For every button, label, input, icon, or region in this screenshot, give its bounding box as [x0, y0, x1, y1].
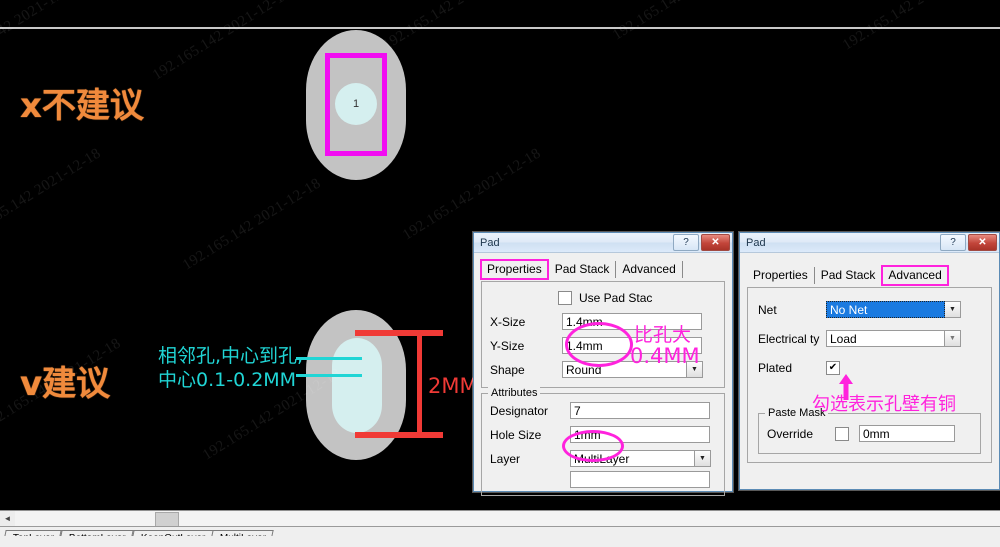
- electrical-type-label: Electrical ty: [758, 331, 820, 346]
- pad-slot-hole-bottom: [332, 338, 382, 433]
- paste-mask-value-input[interactable]: 0mm: [859, 425, 955, 442]
- pad-hole-top: 1: [335, 83, 377, 125]
- status-bar: [0, 536, 1000, 547]
- tab-properties-2[interactable]: Properties: [747, 267, 815, 284]
- help-button-advanced[interactable]: ?: [940, 234, 966, 251]
- designator-label: Designator: [490, 403, 549, 418]
- watermark-text: 192.165.142 2021-12-18: [0, 145, 104, 244]
- tab-pad-stack-2[interactable]: Pad Stack: [815, 267, 883, 284]
- watermark-text: 192.165.142 2021-12-18: [400, 145, 544, 244]
- electrical-type-value: Load: [826, 330, 945, 347]
- chevron-down-icon[interactable]: ▼: [945, 301, 961, 318]
- label-not-recommended: x不建议: [20, 86, 144, 126]
- scrollbar-thumb[interactable]: [155, 512, 179, 527]
- plated-label: Plated: [758, 360, 793, 375]
- y-size-label: Y-Size: [490, 338, 525, 353]
- advanced-panel: Net No Net ▼ Electrical ty Load ▼ Plated: [747, 287, 992, 463]
- close-button-advanced[interactable]: ✕: [968, 234, 997, 251]
- horizontal-scrollbar[interactable]: ◄: [0, 510, 1000, 527]
- plated-checkbox[interactable]: ✔: [826, 360, 840, 375]
- override-label: Override: [767, 426, 814, 441]
- spacing-note-line1: 相邻孔,中心到孔,: [158, 345, 304, 367]
- scroll-left-arrow-icon[interactable]: ◄: [0, 511, 15, 526]
- watermark-text: 192.165.142 2021-12-18: [610, 0, 754, 44]
- x-size-label: X-Size: [490, 314, 526, 329]
- override-checkbox[interactable]: [835, 426, 849, 441]
- tab-advanced-2[interactable]: Advanced: [881, 265, 950, 286]
- spacing-leader-line-upper: [296, 357, 362, 360]
- designator-input[interactable]: 7: [570, 402, 710, 419]
- tab-pad-stack[interactable]: Pad Stack: [549, 261, 617, 278]
- dialog-titlebar-advanced[interactable]: Pad ? ✕: [740, 233, 999, 253]
- spacing-note-line2: 中心0.1-0.2MM: [158, 369, 297, 391]
- close-button-properties[interactable]: ✕: [701, 234, 730, 251]
- tabstrip-advanced[interactable]: Properties Pad Stack Advanced: [747, 265, 992, 286]
- extra-input[interactable]: [570, 471, 710, 488]
- highlight-ellipse-pad-size: [565, 322, 633, 367]
- shape-label: Shape: [490, 362, 525, 377]
- watermark-text: 192.165.142 2021-12-18: [180, 175, 324, 274]
- top-divider-rule: [0, 27, 1000, 29]
- net-label: Net: [758, 302, 777, 317]
- attributes-group-title: Attributes: [488, 387, 541, 399]
- chevron-down-icon[interactable]: ▼: [695, 450, 711, 467]
- spacing-leader-line-lower: [296, 374, 362, 377]
- tab-properties[interactable]: Properties: [480, 259, 549, 280]
- dimension-vertical-bar: [417, 333, 422, 435]
- help-button-properties[interactable]: ?: [673, 234, 699, 251]
- hole-size-label: Hole Size: [490, 427, 542, 442]
- dimension-value-label: 2MM: [428, 374, 478, 398]
- net-combobox[interactable]: No Net ▼: [826, 301, 961, 318]
- note-plated-meaning: 勾选表示孔壁有铜: [812, 394, 956, 415]
- use-pad-stack-checkbox[interactable]: [558, 290, 572, 305]
- paste-mask-group: Paste Mask Override 0mm: [758, 407, 981, 454]
- dialog-title-advanced: Pad: [746, 236, 766, 249]
- pad-advanced-dialog[interactable]: Pad ? ✕ Properties Pad Stack Advanced Ne…: [739, 232, 1000, 490]
- dimension-top-bar: [355, 330, 443, 336]
- chevron-down-icon[interactable]: ▼: [945, 330, 961, 347]
- pcb-editor-canvas[interactable]: 1 x不建议 v建议 相邻孔,中心到孔, 中心0.1-0.2MM 2MM Pad…: [0, 0, 1000, 547]
- highlight-ellipse-hole-size: [562, 430, 624, 462]
- use-pad-stack-label: Use Pad Stac: [579, 290, 653, 305]
- layer-label: Layer: [490, 451, 521, 466]
- note-pad-bigger-line2: 0.4MM: [630, 344, 700, 368]
- label-recommended: v建议: [20, 364, 111, 404]
- watermark-text: 192.165.142 2021-12-18: [0, 0, 84, 74]
- scrollbar-track[interactable]: [15, 511, 1000, 527]
- arrow-up-icon: [839, 374, 853, 400]
- note-pad-bigger-line1: 比孔大: [634, 324, 692, 346]
- net-value: No Net: [826, 301, 945, 318]
- tabstrip-properties[interactable]: Properties Pad Stack Advanced: [480, 259, 725, 280]
- watermark-text: 192.165.142 2021-12-18: [150, 0, 294, 84]
- electrical-type-combobox[interactable]: Load ▼: [826, 330, 961, 347]
- dialog-titlebar-properties[interactable]: Pad ? ✕: [474, 233, 732, 253]
- dialog-title-properties: Pad: [480, 236, 500, 249]
- dimension-bottom-bar: [355, 432, 443, 438]
- tab-advanced[interactable]: Advanced: [616, 261, 683, 278]
